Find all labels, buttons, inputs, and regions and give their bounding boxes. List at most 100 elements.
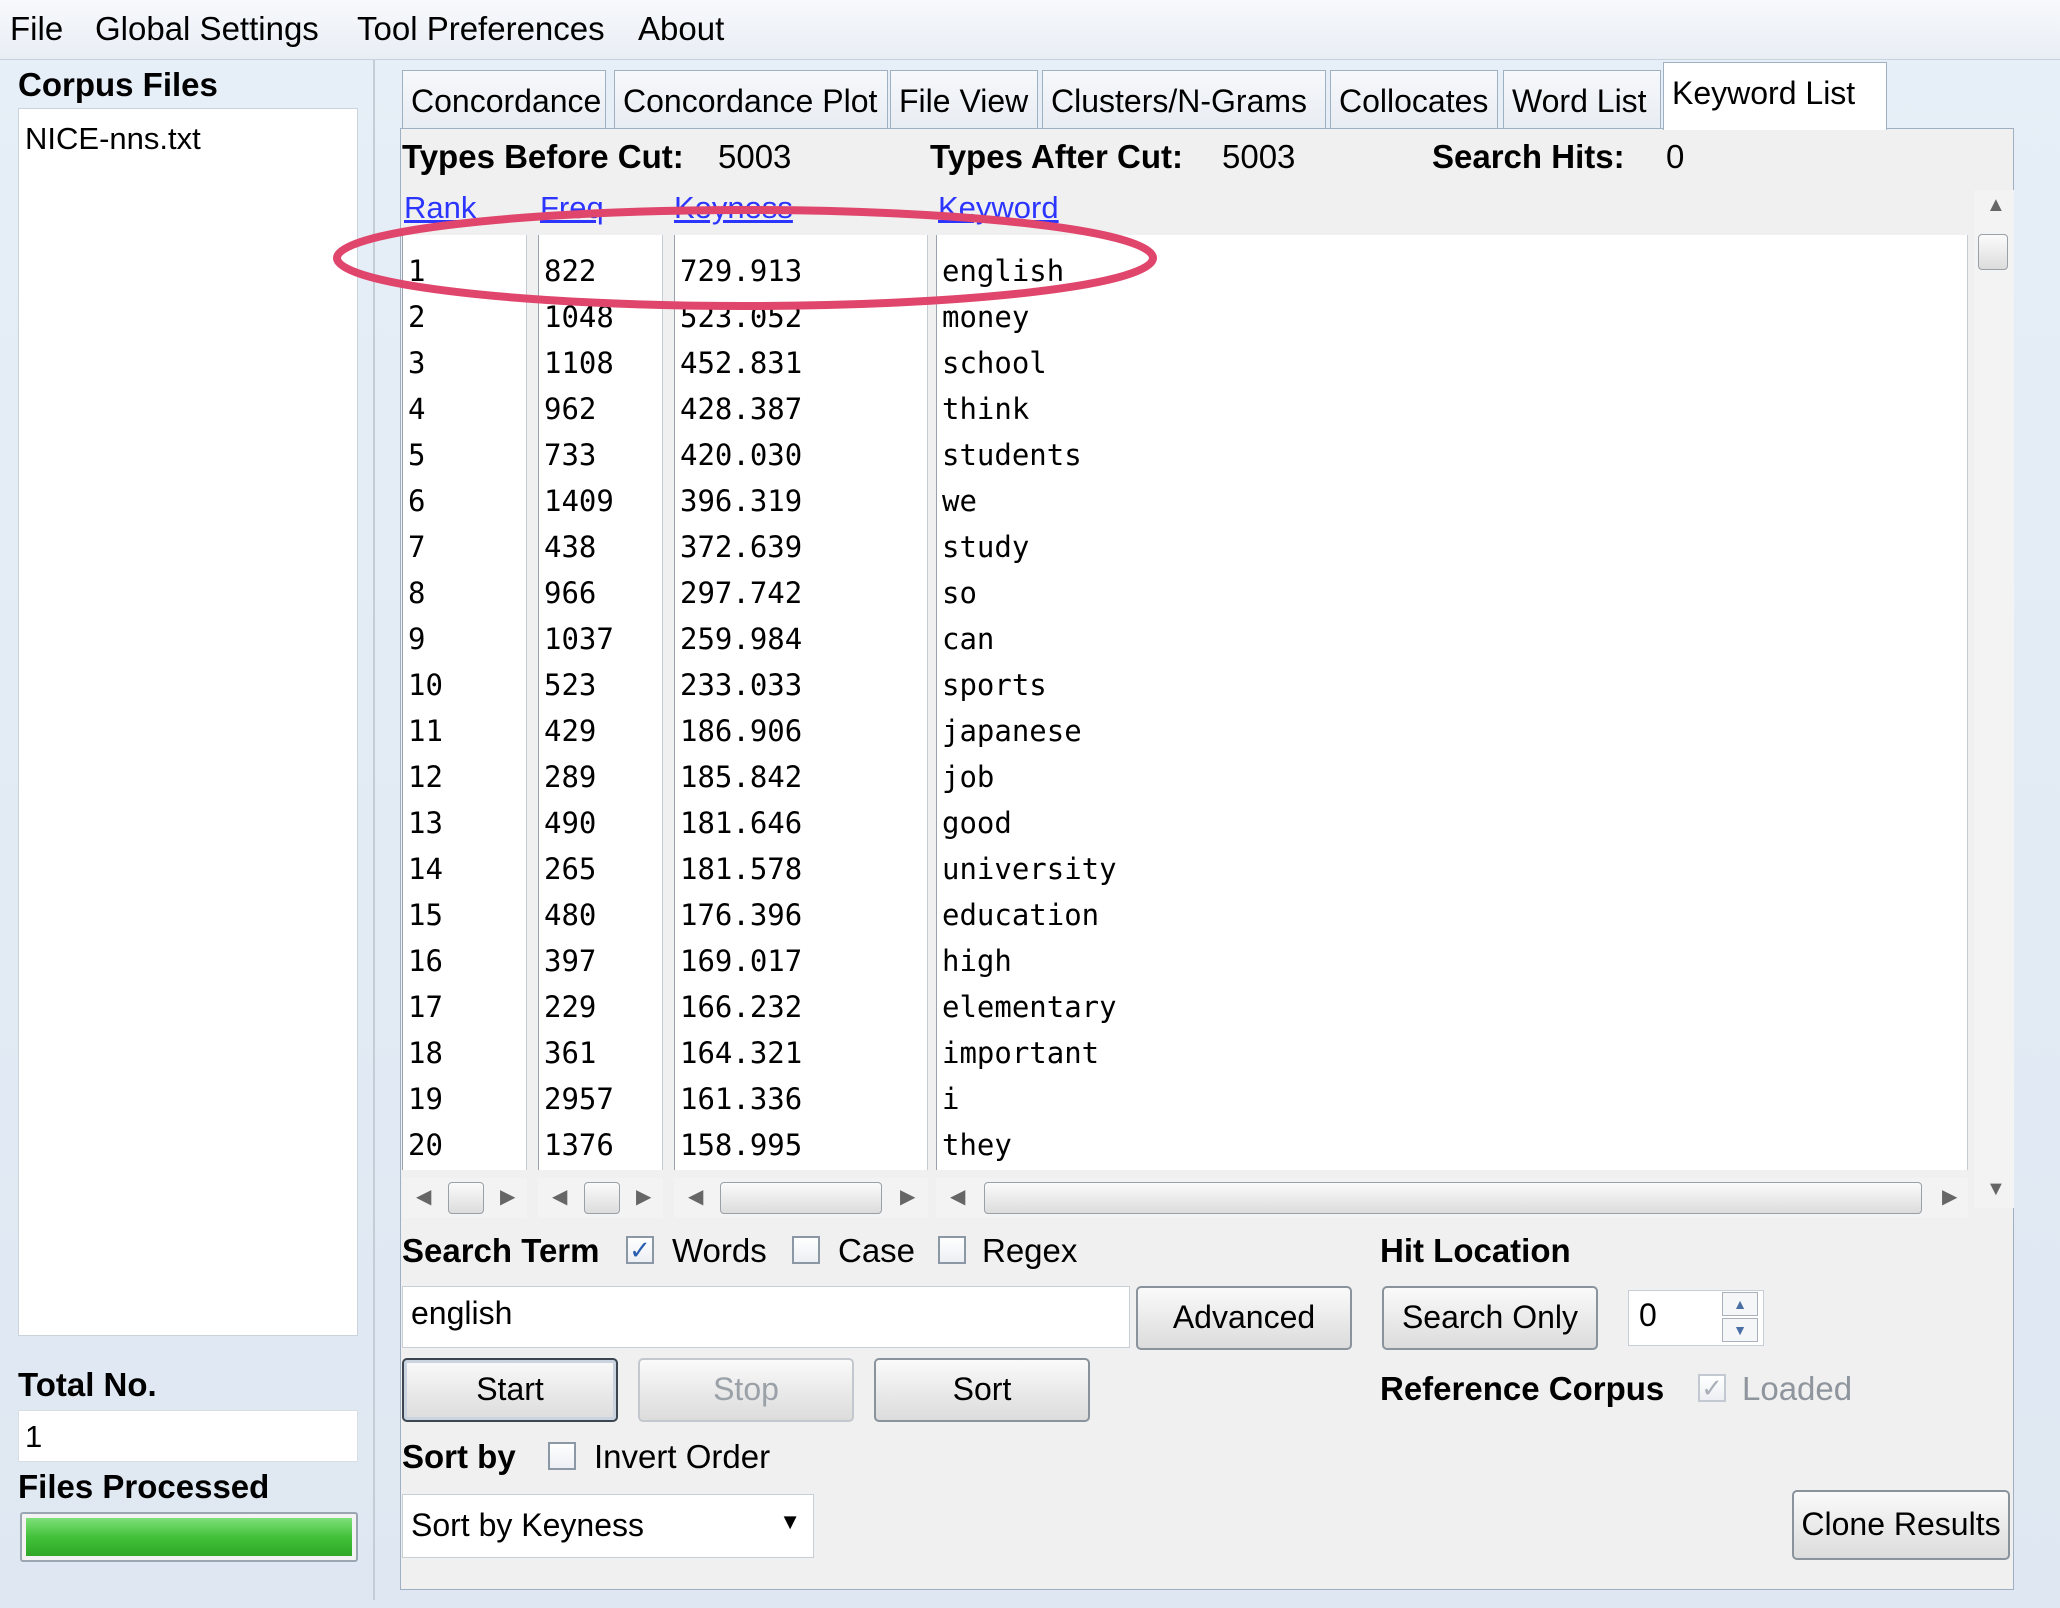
corpus-file-item[interactable]: NICE-nns.txt: [19, 109, 357, 169]
table-cell-freq[interactable]: 265: [544, 846, 614, 892]
table-cell-freq[interactable]: 1409: [544, 478, 614, 524]
table-cell-freq[interactable]: 480: [544, 892, 614, 938]
table-cell-keyword[interactable]: high: [942, 938, 1117, 984]
table-cell-keyness[interactable]: 396.319: [680, 478, 802, 524]
table-cell-keyness[interactable]: 452.831: [680, 340, 802, 386]
words-checkbox[interactable]: ✓: [626, 1236, 654, 1264]
table-cell-rank[interactable]: 11: [408, 708, 443, 754]
scroll-down-icon[interactable]: ▼: [1986, 1178, 2006, 1201]
table-cell-keyword[interactable]: so: [942, 570, 1117, 616]
table-cell-rank[interactable]: 3: [408, 340, 443, 386]
spinner-down-icon[interactable]: ▼: [1722, 1318, 1758, 1342]
table-cell-keyness[interactable]: 161.336: [680, 1076, 802, 1122]
vertical-scroll-thumb[interactable]: [1978, 234, 2008, 270]
table-cell-keyness[interactable]: 181.578: [680, 846, 802, 892]
table-cell-rank[interactable]: 12: [408, 754, 443, 800]
table-cell-keyword[interactable]: students: [942, 432, 1117, 478]
scroll-left-icon[interactable]: ◀: [950, 1184, 965, 1209]
table-cell-keyword[interactable]: japanese: [942, 708, 1117, 754]
scroll-left-icon[interactable]: ◀: [552, 1184, 567, 1209]
tab-clusters-ngrams[interactable]: Clusters/N-Grams: [1042, 70, 1326, 128]
table-cell-freq[interactable]: 1108: [544, 340, 614, 386]
regex-checkbox[interactable]: [938, 1236, 966, 1264]
table-cell-rank[interactable]: 16: [408, 938, 443, 984]
sort-button[interactable]: Sort: [874, 1358, 1090, 1422]
table-cell-keyness[interactable]: 185.842: [680, 754, 802, 800]
table-cell-keyword[interactable]: i: [942, 1076, 1117, 1122]
table-cell-keyness[interactable]: 372.639: [680, 524, 802, 570]
keyness-hscrollbar[interactable]: ◀ ▶: [674, 1178, 928, 1218]
table-cell-keyword[interactable]: elementary: [942, 984, 1117, 1030]
search-only-button[interactable]: Search Only: [1382, 1286, 1598, 1350]
table-cell-keyness[interactable]: 164.321: [680, 1030, 802, 1076]
table-cell-rank[interactable]: 4: [408, 386, 443, 432]
scroll-up-icon[interactable]: ▲: [1986, 194, 2006, 217]
corpus-file-list[interactable]: NICE-nns.txt: [18, 108, 358, 1336]
table-cell-rank[interactable]: 9: [408, 616, 443, 662]
table-cell-rank[interactable]: 20: [408, 1122, 443, 1168]
table-cell-keyness[interactable]: 158.995: [680, 1122, 802, 1168]
table-cell-keyness[interactable]: 233.033: [680, 662, 802, 708]
table-cell-keyword[interactable]: we: [942, 478, 1117, 524]
clone-results-button[interactable]: Clone Results: [1792, 1490, 2010, 1560]
table-cell-keyness[interactable]: 428.387: [680, 386, 802, 432]
table-cell-rank[interactable]: 17: [408, 984, 443, 1030]
case-checkbox[interactable]: [792, 1236, 820, 1264]
table-cell-keyword[interactable]: study: [942, 524, 1117, 570]
table-cell-keyness[interactable]: 420.030: [680, 432, 802, 478]
table-cell-freq[interactable]: 397: [544, 938, 614, 984]
table-cell-keyword[interactable]: job: [942, 754, 1117, 800]
table-cell-rank[interactable]: 6: [408, 478, 443, 524]
table-cell-keyword[interactable]: they: [942, 1122, 1117, 1168]
table-cell-freq[interactable]: 733: [544, 432, 614, 478]
tab-word-list[interactable]: Word List: [1503, 70, 1661, 128]
stop-button[interactable]: Stop: [638, 1358, 854, 1422]
table-cell-rank[interactable]: 8: [408, 570, 443, 616]
table-cell-rank[interactable]: 19: [408, 1076, 443, 1122]
table-cell-keyword[interactable]: university: [942, 846, 1117, 892]
table-cell-freq[interactable]: 490: [544, 800, 614, 846]
table-cell-rank[interactable]: 5: [408, 432, 443, 478]
table-cell-freq[interactable]: 429: [544, 708, 614, 754]
table-cell-rank[interactable]: 7: [408, 524, 443, 570]
scroll-right-icon[interactable]: ▶: [900, 1184, 915, 1209]
table-cell-freq[interactable]: 966: [544, 570, 614, 616]
sort-by-select[interactable]: Sort by Keyness ▼: [402, 1494, 814, 1558]
scroll-left-icon[interactable]: ◀: [688, 1184, 703, 1209]
table-cell-keyword[interactable]: think: [942, 386, 1117, 432]
table-cell-keyness[interactable]: 297.742: [680, 570, 802, 616]
table-cell-keyness[interactable]: 259.984: [680, 616, 802, 662]
table-cell-freq[interactable]: 1376: [544, 1122, 614, 1168]
table-cell-freq[interactable]: 289: [544, 754, 614, 800]
table-cell-rank[interactable]: 14: [408, 846, 443, 892]
tab-file-view[interactable]: File View: [890, 70, 1038, 128]
scroll-right-icon[interactable]: ▶: [1942, 1184, 1957, 1209]
table-cell-freq[interactable]: 962: [544, 386, 614, 432]
table-cell-rank[interactable]: 10: [408, 662, 443, 708]
search-term-input[interactable]: english: [402, 1286, 1130, 1348]
keyness-scroll-thumb[interactable]: [720, 1182, 882, 1214]
table-cell-rank[interactable]: 13: [408, 800, 443, 846]
table-cell-freq[interactable]: 523: [544, 662, 614, 708]
table-cell-keyword[interactable]: good: [942, 800, 1117, 846]
table-cell-freq[interactable]: 438: [544, 524, 614, 570]
rank-hscrollbar[interactable]: ◀ ▶: [402, 1178, 527, 1218]
table-cell-rank[interactable]: 18: [408, 1030, 443, 1076]
freq-hscrollbar[interactable]: ◀ ▶: [538, 1178, 663, 1218]
table-cell-keyword[interactable]: school: [942, 340, 1117, 386]
menu-about[interactable]: About: [638, 10, 724, 48]
tab-concordance-plot[interactable]: Concordance Plot: [614, 70, 888, 128]
scroll-left-icon[interactable]: ◀: [416, 1184, 431, 1209]
table-cell-keyword[interactable]: important: [942, 1030, 1117, 1076]
table-cell-keyness[interactable]: 176.396: [680, 892, 802, 938]
table-cell-keyword[interactable]: can: [942, 616, 1117, 662]
table-cell-keyness[interactable]: 166.232: [680, 984, 802, 1030]
tab-collocates[interactable]: Collocates: [1330, 70, 1498, 128]
keyword-hscrollbar[interactable]: ◀ ▶: [936, 1178, 1968, 1218]
table-cell-freq[interactable]: 2957: [544, 1076, 614, 1122]
menu-file[interactable]: File: [10, 10, 63, 48]
table-cell-keyness[interactable]: 186.906: [680, 708, 802, 754]
invert-order-checkbox[interactable]: [548, 1442, 576, 1470]
table-cell-freq[interactable]: 361: [544, 1030, 614, 1076]
table-cell-keyword[interactable]: sports: [942, 662, 1117, 708]
